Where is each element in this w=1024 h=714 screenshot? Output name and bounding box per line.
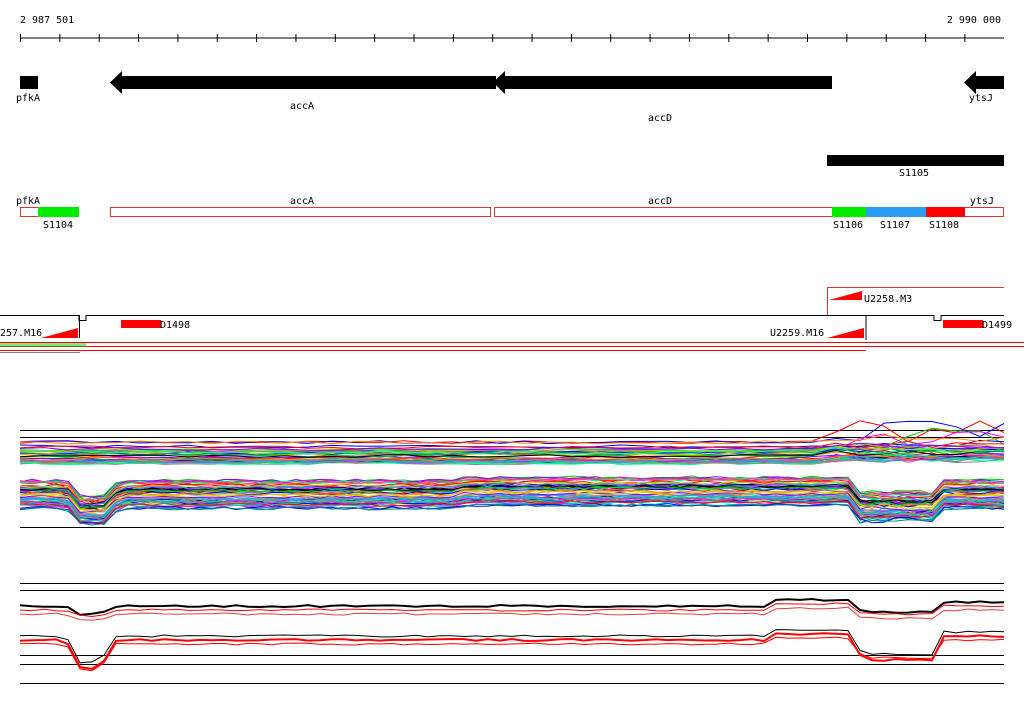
upper-segment-track: S1105	[827, 155, 1004, 179]
gene-arrow-ytsJ[interactable]	[964, 71, 1004, 94]
segment-bar-S1105[interactable]	[827, 155, 1004, 166]
genome-browser-view: 2 987 501 2 990 000 pfkA accA accD ytsJ …	[0, 15, 1024, 684]
profile-line	[19, 597, 1005, 616]
segment-label-S1107: S1107	[880, 220, 910, 231]
gene-label-pfkA: pfkA	[16, 93, 40, 104]
gene-label-accD: accD	[648, 113, 672, 124]
summary-profile-panel	[19, 583, 1005, 684]
gene-label-ytsJ: ytsJ	[969, 93, 993, 104]
gene-arrow-pfkA[interactable]	[20, 76, 38, 89]
gene-track: pfkA accA accD ytsJ	[16, 71, 1004, 124]
feature-wedge-257[interactable]	[41, 328, 78, 338]
segment-block-S1107[interactable]	[866, 207, 926, 217]
segment-block-S1108[interactable]	[926, 207, 965, 217]
feature-block-D1498[interactable]	[121, 320, 161, 328]
expression-profile-lines	[19, 420, 1005, 526]
segment-block-S1106[interactable]	[832, 207, 866, 217]
profile-line	[19, 606, 1005, 621]
segment-label-S1106: S1106	[833, 220, 863, 231]
segment-label-S1108: S1108	[929, 220, 959, 231]
gene-arrow-accD[interactable]	[493, 71, 832, 94]
coordinate-ruler: 2 987 501 2 990 000	[20, 15, 1004, 42]
feature-label-D1498: D1498	[160, 320, 190, 331]
feature-track: U2258.M3 257.M16 D1498 U2259.M16 D1499	[0, 287, 1024, 353]
expression-profile-panel	[19, 420, 1005, 528]
segment-label-S1104: S1104	[43, 220, 73, 231]
segment-block-S1104[interactable]	[38, 207, 79, 217]
ruler-start-label: 2 987 501	[20, 15, 74, 26]
profile-line	[19, 632, 1005, 670]
feature-wedge-U2258[interactable]	[829, 291, 862, 300]
gene-arrow-accA[interactable]	[110, 71, 496, 94]
annot-box-accD[interactable]	[494, 207, 833, 217]
segment-label-S1105: S1105	[899, 168, 929, 179]
feature-label-257: 257.M16	[0, 328, 42, 339]
ruler-end-label: 2 990 000	[947, 15, 1001, 26]
annot-box-accA[interactable]	[110, 207, 491, 217]
feature-label-U2258: U2258.M3	[864, 294, 912, 305]
profile-line	[19, 629, 1005, 664]
feature-block-D1499[interactable]	[943, 320, 983, 328]
annot-gene-label-accA: accA	[290, 196, 314, 207]
annot-gene-label-ytsJ: ytsJ	[970, 196, 994, 207]
annot-gene-label-pfkA: pfkA	[16, 196, 40, 207]
profile-line	[19, 636, 1005, 672]
annotation-track: pfkA accA accD ytsJ S1104 S1106 S1107 S1…	[16, 196, 1004, 231]
gene-label-accA: accA	[290, 101, 314, 112]
feature-label-U2259: U2259.M16	[770, 328, 824, 339]
annot-gene-label-accD: accD	[648, 196, 672, 207]
feature-label-D1499: D1499	[982, 320, 1012, 331]
feature-wedge-U2259[interactable]	[827, 328, 864, 338]
summary-profile-lines	[19, 597, 1005, 672]
